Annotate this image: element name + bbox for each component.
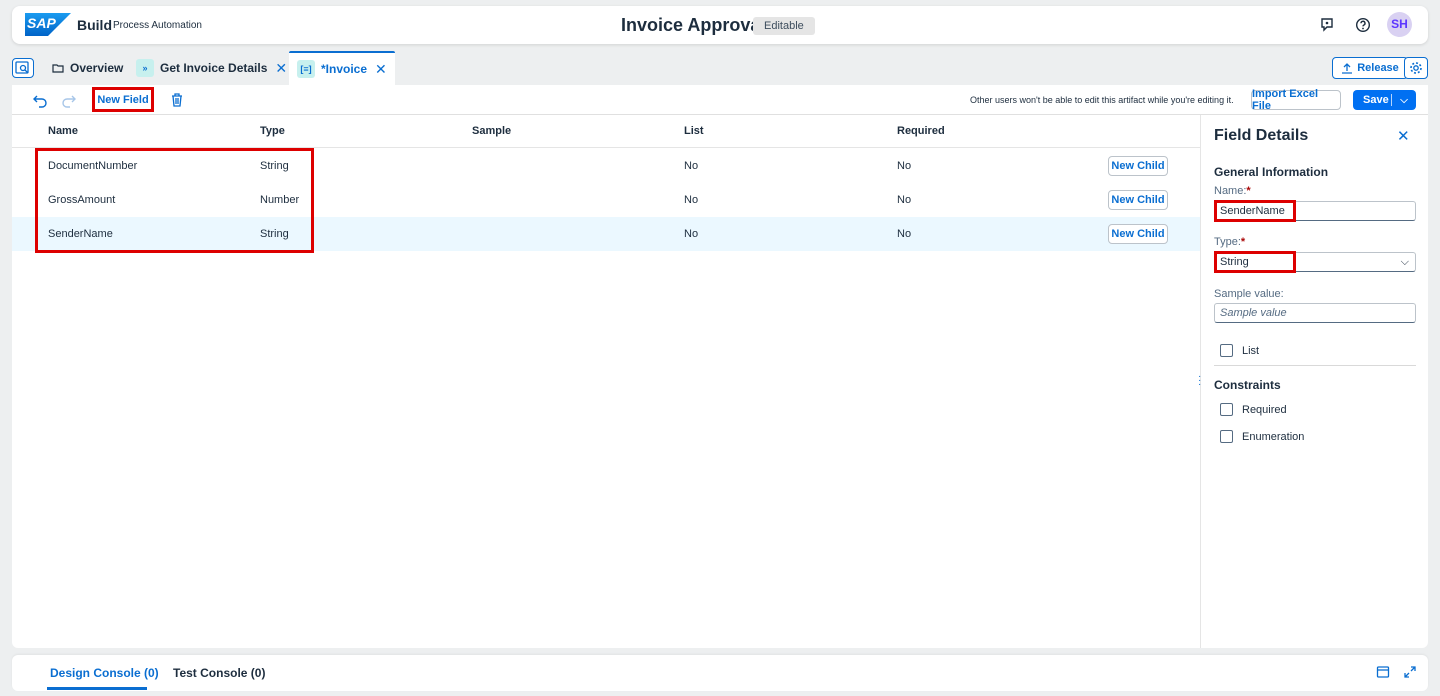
enumeration-label: Enumeration xyxy=(1242,430,1305,443)
cell-name: GrossAmount xyxy=(48,194,116,206)
new-field-button[interactable]: New Field xyxy=(92,87,154,112)
active-tab-indicator xyxy=(47,687,147,690)
help-icon[interactable] xyxy=(1355,17,1371,33)
undo-icon[interactable] xyxy=(32,92,48,108)
list-checkbox-row[interactable]: List xyxy=(1220,344,1259,357)
chevron-down-icon[interactable]: ⌵ xyxy=(1392,95,1416,106)
release-button[interactable]: Release xyxy=(1332,57,1408,79)
name-label: Name:* xyxy=(1214,185,1251,197)
datatype-icon: [≡] xyxy=(297,60,315,78)
required-checkbox-row[interactable]: Required xyxy=(1220,403,1287,416)
sample-value-input[interactable]: Sample value xyxy=(1214,303,1416,323)
sample-value-label: Sample value: xyxy=(1214,288,1284,300)
close-icon[interactable]: ✕ xyxy=(375,61,387,78)
tab-label: Overview xyxy=(70,61,124,75)
save-button[interactable]: Save ⌵ xyxy=(1353,90,1416,110)
enumeration-checkbox-row[interactable]: Enumeration xyxy=(1220,430,1304,443)
delete-icon[interactable] xyxy=(169,92,185,108)
editor-toolbar: New Field Other users won't be able to e… xyxy=(12,85,1428,115)
panel-toggle-icon[interactable] xyxy=(1376,665,1390,679)
brand-subtitle: Process Automation xyxy=(113,20,202,31)
lock-note: Other users won't be able to edit this a… xyxy=(970,95,1234,105)
new-child-button[interactable]: New Child xyxy=(1108,190,1168,210)
cell-list: No xyxy=(684,228,699,240)
new-child-button[interactable]: New Child xyxy=(1108,156,1168,176)
status-badge: Editable xyxy=(753,17,815,35)
import-excel-button[interactable]: Import Excel File xyxy=(1251,88,1341,112)
folder-icon xyxy=(52,64,64,73)
cell-list: No xyxy=(684,160,699,172)
cell-type: Number xyxy=(260,194,300,206)
tab-bar: Overview » Get Invoice Details ✕ [≡] *In… xyxy=(12,51,1428,85)
general-information-heading: General Information xyxy=(1214,165,1329,179)
chevrons-icon: » xyxy=(136,59,154,77)
console-bar: Design Console (0) Test Console (0) xyxy=(12,655,1428,691)
required-checkbox[interactable] xyxy=(1220,403,1233,416)
column-header-name: Name xyxy=(48,125,78,137)
tab-label: Get Invoice Details xyxy=(160,61,268,75)
column-header-type: Type xyxy=(260,125,285,137)
table-row-selected[interactable]: SenderName String No No New Child xyxy=(12,217,1200,251)
cell-name: DocumentNumber xyxy=(48,160,138,172)
type-label: Type:* xyxy=(1214,236,1246,248)
field-details-title: Field Details xyxy=(1214,127,1309,144)
feedback-icon[interactable] xyxy=(1319,17,1335,33)
gear-icon xyxy=(1410,62,1422,74)
type-select[interactable]: String ⌵ xyxy=(1214,252,1416,272)
shell-bar: SAP Build Process Automation Invoice App… xyxy=(12,6,1428,44)
cell-type: String xyxy=(260,160,289,172)
type-select-value: String xyxy=(1220,256,1249,268)
column-header-list: List xyxy=(684,125,704,137)
settings-button[interactable] xyxy=(1404,57,1428,79)
upload-icon xyxy=(1342,63,1353,74)
search-artifacts-button[interactable] xyxy=(12,58,34,78)
cell-list: No xyxy=(684,194,699,206)
table-header: Name Type Sample List Required xyxy=(12,115,1200,148)
cell-required: No xyxy=(897,160,912,172)
column-header-required: Required xyxy=(897,125,945,137)
required-label: Required xyxy=(1242,403,1287,416)
expand-icon[interactable] xyxy=(1403,665,1417,679)
tab-design-console[interactable]: Design Console (0) xyxy=(50,666,159,680)
table-row[interactable]: DocumentNumber String No No New Child xyxy=(12,149,1200,183)
editor-content: Name Type Sample List Required DocumentN… xyxy=(12,115,1428,648)
new-child-button[interactable]: New Child xyxy=(1108,224,1168,244)
cell-type: String xyxy=(260,228,289,240)
list-checkbox[interactable] xyxy=(1220,344,1233,357)
enumeration-checkbox[interactable] xyxy=(1220,430,1233,443)
close-icon[interactable]: ✕ xyxy=(275,60,287,77)
release-label: Release xyxy=(1357,62,1399,74)
brand-name: Build xyxy=(77,17,112,33)
tab-label: *Invoice xyxy=(321,62,368,76)
save-label: Save xyxy=(1363,94,1389,106)
sap-logo-text: SAP xyxy=(27,15,56,31)
cell-required: No xyxy=(897,228,912,240)
name-input[interactable]: SenderName xyxy=(1214,201,1416,221)
page-title: Invoice Approval xyxy=(621,15,766,35)
chevron-down-icon: ⌵ xyxy=(1400,256,1409,268)
column-header-sample: Sample xyxy=(472,125,512,137)
close-icon[interactable]: ✕ xyxy=(1397,127,1410,145)
constraints-heading: Constraints xyxy=(1214,378,1281,392)
list-label: List xyxy=(1242,344,1260,357)
section-divider xyxy=(1214,365,1416,366)
tab-overview[interactable]: Overview xyxy=(52,51,123,85)
avatar[interactable]: SH xyxy=(1387,12,1412,37)
fields-table: Name Type Sample List Required DocumentN… xyxy=(12,115,1200,648)
tab-get-invoice-details[interactable]: » Get Invoice Details ✕ xyxy=(136,51,287,85)
table-row[interactable]: GrossAmount Number No No New Child xyxy=(12,183,1200,217)
tab-invoice[interactable]: [≡] *Invoice ✕ xyxy=(289,51,395,85)
tab-test-console[interactable]: Test Console (0) xyxy=(173,666,265,680)
cell-name: SenderName xyxy=(48,228,113,240)
field-details-panel: Field Details ✕ General Information Name… xyxy=(1201,115,1428,648)
cell-required: No xyxy=(897,194,912,206)
search-icon xyxy=(15,61,29,74)
redo-icon[interactable] xyxy=(61,92,77,108)
